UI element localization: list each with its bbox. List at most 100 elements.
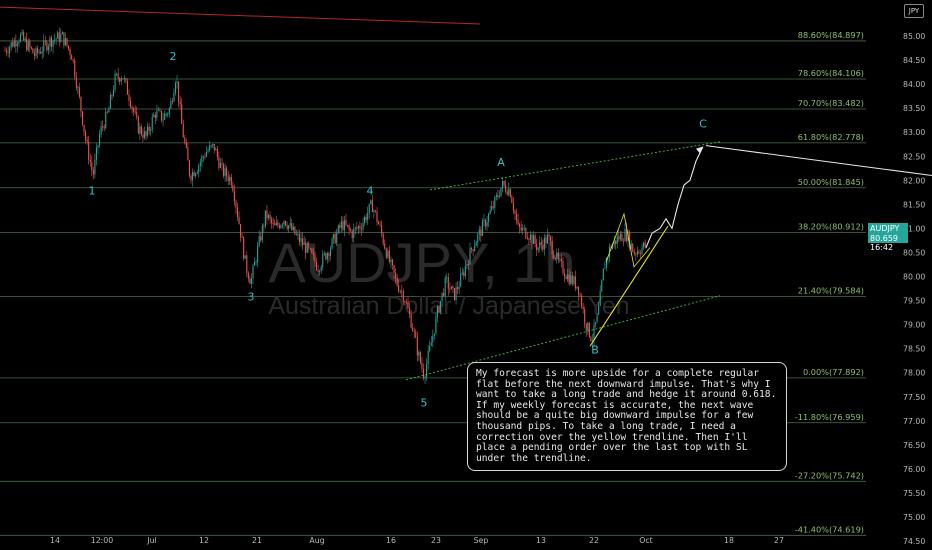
candle-body	[329, 248, 332, 257]
candle-body	[165, 113, 167, 115]
candle-body	[74, 60, 76, 78]
candle-body	[216, 149, 218, 157]
y-axis-tick: 75.00	[903, 513, 925, 522]
candle-body	[312, 253, 314, 255]
candle-body	[37, 48, 39, 53]
candle-body	[615, 240, 617, 244]
candle-body	[519, 223, 521, 228]
candle-body	[542, 244, 544, 250]
candle-body	[285, 220, 287, 226]
candle-body	[286, 225, 288, 229]
candle-body	[210, 145, 212, 147]
candle-body	[497, 195, 499, 197]
candle-body	[187, 147, 189, 161]
candle-body	[243, 237, 245, 259]
candle-body	[460, 273, 462, 287]
candle-body	[347, 225, 349, 226]
candle-body	[308, 243, 310, 249]
candle-body	[331, 238, 333, 249]
candle-body	[271, 218, 273, 224]
candle-body	[333, 234, 335, 239]
candle-body	[343, 220, 345, 230]
candle-body	[244, 255, 246, 259]
candle-body	[58, 32, 60, 42]
candle-body	[102, 126, 104, 127]
candle-body	[635, 253, 637, 255]
candle-body	[379, 224, 381, 226]
candle-body	[409, 308, 411, 315]
candle-body	[316, 262, 318, 271]
candle-body	[472, 249, 474, 251]
candle-body	[91, 162, 93, 171]
candle-body	[325, 253, 327, 260]
x-axis-tick: 12:00	[91, 536, 114, 545]
candle-body	[69, 48, 71, 56]
candle-body	[223, 164, 225, 176]
forecast-note[interactable]: My forecast is more upside for a complet…	[467, 362, 787, 472]
candle-body	[509, 188, 511, 197]
candle-body	[590, 336, 592, 342]
candle-body	[517, 219, 519, 224]
candle-body	[550, 236, 552, 241]
candle-body	[209, 145, 211, 151]
candle-body	[534, 235, 536, 244]
candle-body	[601, 280, 603, 292]
candle-body	[26, 38, 28, 51]
candle-body	[275, 222, 277, 226]
candle-body	[167, 113, 169, 115]
candle-body	[226, 168, 228, 177]
candle-body	[506, 191, 508, 195]
candle-body	[88, 141, 90, 160]
price-chart[interactable]: 88.60%(84.897) 78.60%(84.106) 70.70%(83.48…	[0, 0, 932, 550]
candle-body	[71, 55, 73, 60]
candle-body	[334, 234, 336, 244]
candle-body	[564, 273, 566, 277]
candle-body	[64, 38, 66, 46]
candle-body	[108, 108, 110, 113]
candle-body	[41, 51, 43, 54]
fib-label: -11.80%(76.959)	[795, 412, 864, 422]
fib-label: 88.60%(84.897)	[798, 30, 864, 40]
currency-tag[interactable]: JPY	[904, 4, 924, 18]
candle-body	[357, 226, 359, 229]
candle-body	[269, 214, 271, 219]
candle-body	[43, 40, 45, 52]
wave-label: 5	[421, 396, 428, 409]
candle-body	[274, 223, 276, 226]
candle-body	[529, 234, 531, 240]
candle-body	[643, 242, 645, 248]
wave-label: B	[591, 343, 599, 356]
candle-body	[170, 101, 172, 109]
candle-body	[196, 172, 198, 174]
candle-body	[224, 168, 226, 176]
candle-body	[574, 276, 576, 289]
fib-label: 0.00%(77.892)	[803, 367, 864, 377]
y-axis-tick: 79.50	[903, 297, 925, 306]
candle-body	[140, 126, 142, 135]
y-axis-tick: 77.00	[903, 417, 925, 426]
candle-body	[105, 111, 107, 129]
candle-body	[120, 78, 122, 82]
candle-body	[125, 78, 127, 81]
candle-body	[571, 275, 573, 284]
y-axis-tick: 76.00	[903, 465, 925, 474]
candle-body	[114, 73, 116, 91]
candle-body	[94, 159, 96, 175]
candle-body	[314, 254, 316, 263]
candle-body	[255, 261, 257, 263]
candle-body	[16, 43, 18, 47]
candle-body	[267, 214, 270, 219]
candle-body	[585, 323, 587, 331]
wave-label: A	[497, 156, 505, 169]
candle-body	[326, 253, 328, 260]
candle-body	[426, 363, 428, 377]
candle-body	[323, 253, 325, 255]
candle-body	[184, 137, 186, 143]
candle-body	[322, 253, 324, 267]
candle-body	[596, 314, 598, 323]
x-axis-tick: Sep	[474, 536, 489, 545]
candle-body	[229, 176, 231, 182]
candle-body	[436, 306, 438, 317]
candle-body	[424, 376, 426, 379]
candle-body	[469, 247, 471, 265]
